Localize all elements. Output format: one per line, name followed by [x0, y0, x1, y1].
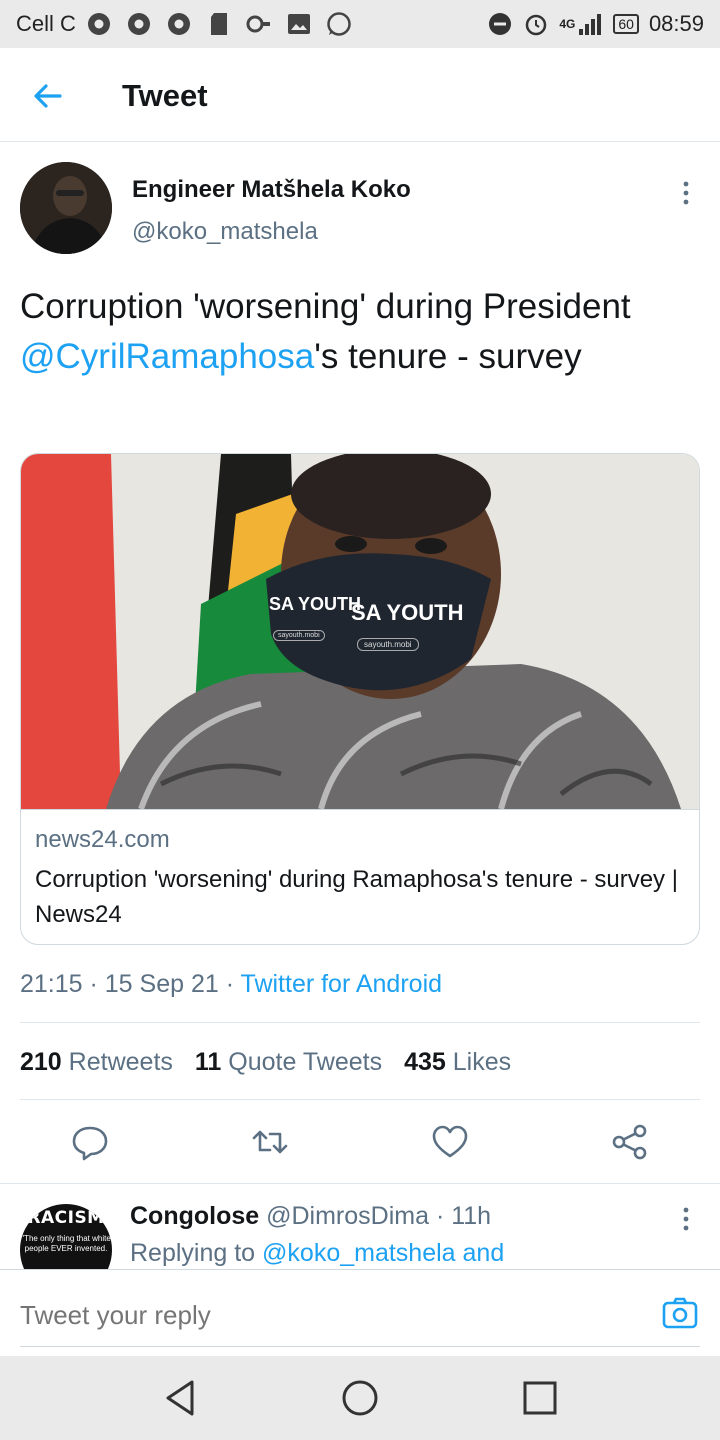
- author-name[interactable]: Engineer Matšhela Koko: [132, 176, 411, 204]
- likes-count: 435: [404, 1048, 446, 1076]
- reply-author-handle[interactable]: @DimrosDima: [266, 1202, 429, 1230]
- tweet-text-part: 's tenure - survey: [314, 337, 582, 376]
- chrome-icon: [126, 11, 152, 37]
- reply-author-name[interactable]: Congolose: [130, 1202, 259, 1230]
- reply-avatar[interactable]: RACISM "The only thing that white people…: [20, 1204, 112, 1269]
- card-domain: news24.com: [35, 826, 170, 853]
- replying-to-mention[interactable]: @koko_matshela and: [262, 1239, 504, 1267]
- reply-avatar-text: RACISM: [27, 1208, 105, 1228]
- notification-icons: [86, 11, 352, 37]
- tweet-source-link[interactable]: Twitter for Android: [241, 970, 442, 998]
- tweet-actions: [0, 1122, 720, 1182]
- vpn-key-icon: [246, 11, 272, 37]
- tweet-stats: 210 Retweets 11 Quote Tweets 435 Likes: [20, 1048, 511, 1077]
- carrier-label: Cell C: [16, 11, 76, 36]
- replying-prefix: Replying to: [130, 1239, 263, 1267]
- reply-icon[interactable]: [70, 1122, 110, 1162]
- likes-label: Likes: [452, 1048, 512, 1076]
- whatsapp-icon: [326, 11, 352, 37]
- mention-link[interactable]: @CyrilRamaphosa: [20, 337, 314, 376]
- likes-stat[interactable]: 435 Likes: [404, 1048, 511, 1077]
- link-card[interactable]: SA YOUTH SA YOUTH sayouth.mobi sayouth.m…: [20, 453, 700, 945]
- reply-input[interactable]: [20, 1300, 620, 1331]
- tweet-timestamp: 21:15 · 15 Sep 21 · Twitter for Android: [20, 970, 443, 998]
- share-icon[interactable]: [610, 1122, 650, 1162]
- like-icon[interactable]: [430, 1122, 470, 1162]
- tweet-date: 15 Sep 21: [104, 970, 219, 998]
- more-options-icon[interactable]: [676, 178, 696, 208]
- author-avatar[interactable]: [20, 162, 112, 254]
- reply-input-underline: [20, 1346, 700, 1347]
- recents-square-icon[interactable]: [520, 1378, 560, 1418]
- reply-composer: [0, 1269, 720, 1356]
- card-title: Corruption 'worsening' during Ramaphosa'…: [35, 866, 678, 928]
- camera-icon[interactable]: [662, 1296, 698, 1330]
- mask-logo-left: SA YOUTH: [269, 594, 362, 614]
- gallery-icon: [286, 11, 312, 37]
- back-triangle-icon[interactable]: [160, 1378, 200, 1418]
- reply-separator: ·: [429, 1202, 452, 1230]
- mask-url-right: sayouth.mobi: [357, 638, 419, 651]
- do-not-disturb-icon: [487, 11, 513, 37]
- reply-header: Congolose @DimrosDima · 11h: [130, 1202, 491, 1231]
- replying-to: Replying to @koko_matshela and: [130, 1239, 504, 1268]
- retweets-label: Retweets: [68, 1048, 173, 1076]
- quote-tweets-stat[interactable]: 11 Quote Tweets: [195, 1048, 382, 1077]
- tweet-text: Corruption 'worsening' during President …: [20, 282, 700, 382]
- chrome-icon: [86, 11, 112, 37]
- clock: 08:59: [648, 11, 704, 36]
- top-app-bar: Tweet: [0, 48, 720, 142]
- divider: [20, 1022, 700, 1023]
- chrome-icon: [166, 11, 192, 37]
- quotes-count: 11: [194, 1048, 222, 1076]
- system-icons: 4G 60 08:59: [487, 11, 704, 37]
- status-bar: Cell C 4G 60 08:59: [0, 0, 720, 48]
- sd-card-icon: [206, 11, 232, 37]
- page-title: Tweet: [122, 78, 208, 113]
- signal-icon: [577, 11, 603, 37]
- divider: [20, 1099, 700, 1100]
- reply-age: 11h: [451, 1202, 492, 1230]
- mask-url-left: sayouth.mobi: [273, 630, 325, 641]
- retweets-stat[interactable]: 210 Retweets: [20, 1048, 173, 1077]
- alarm-icon: [523, 11, 549, 37]
- card-image: SA YOUTH SA YOUTH sayouth.mobi sayouth.m…: [21, 454, 699, 809]
- battery-indicator: 60: [613, 14, 639, 34]
- reply-avatar-caption: "The only thing that white people EVER i…: [21, 1234, 111, 1253]
- retweet-icon[interactable]: [250, 1122, 290, 1162]
- mask-logo-right: SA YOUTH: [351, 600, 464, 625]
- tweet-text-part: Corruption 'worsening' during President: [20, 287, 631, 326]
- tweet-time: 21:15: [20, 970, 83, 998]
- home-circle-icon[interactable]: [340, 1378, 380, 1418]
- arrow-left-icon[interactable]: [30, 78, 66, 114]
- more-options-icon[interactable]: [676, 1204, 696, 1234]
- android-nav-bar: [0, 1356, 720, 1440]
- network-type-label: 4G: [559, 17, 576, 31]
- card-meta: news24.com Corruption 'worsening' during…: [21, 809, 699, 944]
- quotes-label: Quote Tweets: [228, 1048, 383, 1076]
- author-handle[interactable]: @koko_matshela: [132, 218, 318, 246]
- retweets-count: 210: [20, 1048, 62, 1076]
- reply-tweet[interactable]: RACISM "The only thing that white people…: [0, 1183, 720, 1269]
